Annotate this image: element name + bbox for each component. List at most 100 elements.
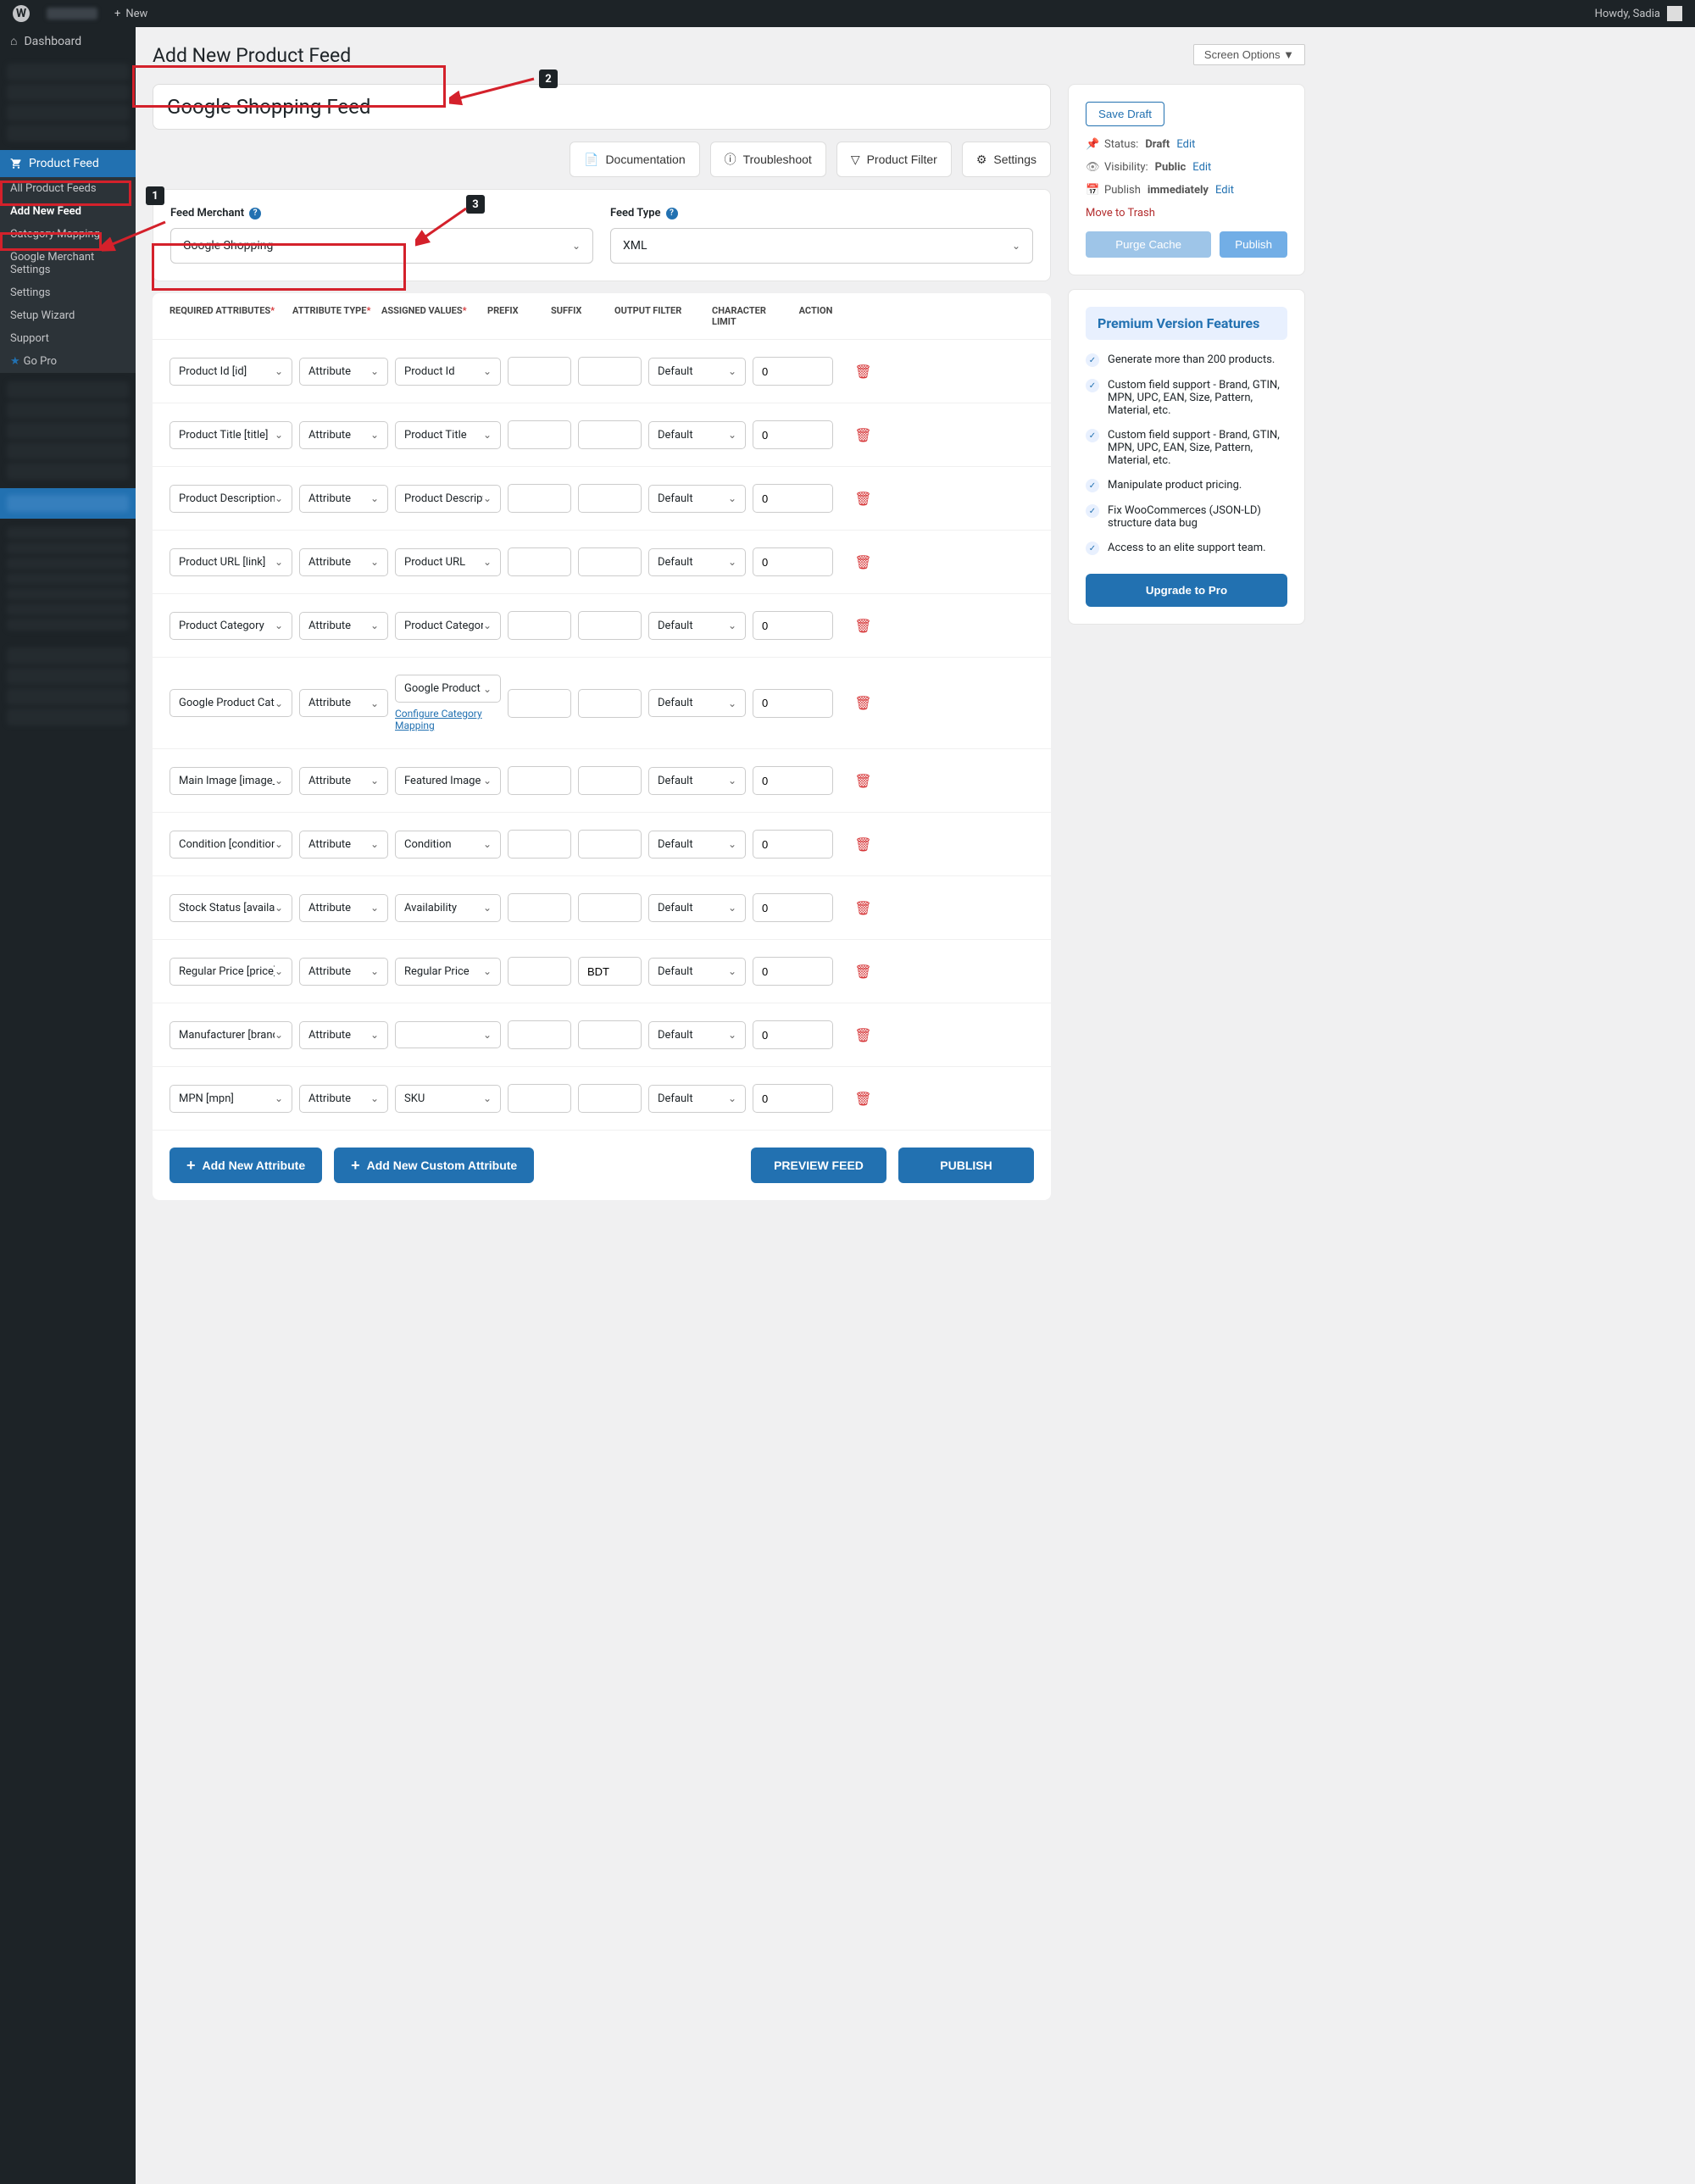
suffix-input[interactable] <box>578 830 642 859</box>
output-filter-select[interactable]: Default⌄ <box>648 767 746 795</box>
prefix-input[interactable] <box>508 830 571 859</box>
attr-type-select[interactable]: Attribute⌄ <box>299 689 388 717</box>
output-filter-select[interactable]: Default⌄ <box>648 958 746 986</box>
output-filter-select[interactable]: Default⌄ <box>648 485 746 513</box>
attr-type-select[interactable]: Attribute⌄ <box>299 485 388 513</box>
sidebar-subitem[interactable]: Support <box>0 327 136 350</box>
feed-type-select[interactable]: XML ⌄ <box>610 228 1033 264</box>
edit-visibility-link[interactable]: Edit <box>1192 161 1211 174</box>
char-limit-input[interactable] <box>753 611 833 640</box>
suffix-input[interactable] <box>578 611 642 640</box>
required-attr-select[interactable]: Stock Status [availability]⌄ <box>170 894 292 922</box>
char-limit-input[interactable] <box>753 689 833 718</box>
trash-icon[interactable]: 🗑 <box>854 1091 871 1107</box>
prefix-input[interactable] <box>508 484 571 513</box>
required-attr-select[interactable]: Product Id [id]⌄ <box>170 358 292 386</box>
edit-status-link[interactable]: Edit <box>1176 138 1195 151</box>
assigned-value-select[interactable]: Availability⌄ <box>395 894 501 922</box>
attr-type-select[interactable]: Attribute⌄ <box>299 548 388 576</box>
suffix-input[interactable] <box>578 357 642 386</box>
new-button[interactable]: +New <box>114 8 147 20</box>
sidebar-subitem[interactable]: Setup Wizard <box>0 304 136 327</box>
output-filter-select[interactable]: Default⌄ <box>648 689 746 717</box>
move-to-trash-link[interactable]: Move to Trash <box>1086 207 1287 220</box>
required-attr-select[interactable]: Manufacturer [brand]⌄ <box>170 1021 292 1049</box>
prefix-input[interactable] <box>508 1020 571 1049</box>
output-filter-select[interactable]: Default⌄ <box>648 1085 746 1113</box>
suffix-input[interactable] <box>578 420 642 449</box>
trash-icon[interactable]: 🗑 <box>854 491 871 507</box>
trash-icon[interactable]: 🗑 <box>854 1027 871 1043</box>
trash-icon[interactable]: 🗑 <box>854 554 871 570</box>
suffix-input[interactable] <box>578 1020 642 1049</box>
assigned-value-select[interactable]: Product Title⌄ <box>395 421 501 449</box>
preview-feed-button[interactable]: PREVIEW FEED <box>751 1148 886 1183</box>
publish-button[interactable]: PUBLISH <box>898 1148 1034 1183</box>
attr-type-select[interactable]: Attribute⌄ <box>299 767 388 795</box>
output-filter-select[interactable]: Default⌄ <box>648 358 746 386</box>
sidebar-subitem[interactable]: ★Go Pro <box>0 350 136 373</box>
prefix-input[interactable] <box>508 957 571 986</box>
char-limit-input[interactable] <box>753 830 833 859</box>
char-limit-input[interactable] <box>753 357 833 386</box>
save-draft-button[interactable]: Save Draft <box>1086 102 1164 126</box>
add-attribute-button[interactable]: +Add New Attribute <box>170 1148 322 1183</box>
output-filter-select[interactable]: Default⌄ <box>648 1021 746 1049</box>
trash-icon[interactable]: 🗑 <box>854 836 871 853</box>
assigned-value-select[interactable]: Product URL⌄ <box>395 548 501 576</box>
assigned-value-select[interactable]: Featured Image⌄ <box>395 767 501 795</box>
char-limit-input[interactable] <box>753 1020 833 1049</box>
trash-icon[interactable]: 🗑 <box>854 427 871 443</box>
wp-logo-icon[interactable]: W <box>13 5 30 22</box>
howdy-text[interactable]: Howdy, Sadia <box>1595 8 1660 20</box>
configure-category-link[interactable]: Configure Category Mapping <box>395 708 501 731</box>
output-filter-select[interactable]: Default⌄ <box>648 894 746 922</box>
prefix-input[interactable] <box>508 893 571 922</box>
required-attr-select[interactable]: Main Image [image_link]⌄ <box>170 767 292 795</box>
prefix-input[interactable] <box>508 611 571 640</box>
prefix-input[interactable] <box>508 357 571 386</box>
documentation-button[interactable]: 📄Documentation <box>570 142 700 177</box>
attr-type-select[interactable]: Attribute⌄ <box>299 894 388 922</box>
suffix-input[interactable] <box>578 484 642 513</box>
upgrade-to-pro-button[interactable]: Upgrade to Pro <box>1086 574 1287 607</box>
trash-icon[interactable]: 🗑 <box>854 964 871 980</box>
assigned-value-select[interactable]: Google Product Category⌄ <box>395 675 501 703</box>
char-limit-input[interactable] <box>753 893 833 922</box>
assigned-value-select[interactable]: ⌄ <box>395 1021 501 1048</box>
char-limit-input[interactable] <box>753 484 833 513</box>
char-limit-input[interactable] <box>753 1084 833 1113</box>
required-attr-select[interactable]: Google Product Category⌄ <box>170 689 292 717</box>
prefix-input[interactable] <box>508 547 571 576</box>
assigned-value-select[interactable]: Condition⌄ <box>395 831 501 859</box>
char-limit-input[interactable] <box>753 766 833 795</box>
char-limit-input[interactable] <box>753 547 833 576</box>
avatar-icon[interactable] <box>1667 6 1682 21</box>
screen-options-button[interactable]: Screen Options ▼ <box>1193 44 1305 65</box>
required-attr-select[interactable]: Product Description⌄ <box>170 485 292 513</box>
attr-type-select[interactable]: Attribute⌄ <box>299 612 388 640</box>
feed-merchant-select[interactable]: Google Shopping ⌄ <box>170 228 593 264</box>
assigned-value-select[interactable]: SKU⌄ <box>395 1085 501 1113</box>
required-attr-select[interactable]: Product Category⌄ <box>170 612 292 640</box>
output-filter-select[interactable]: Default⌄ <box>648 548 746 576</box>
output-filter-select[interactable]: Default⌄ <box>648 421 746 449</box>
edit-publish-link[interactable]: Edit <box>1215 184 1234 197</box>
prefix-input[interactable] <box>508 766 571 795</box>
attr-type-select[interactable]: Attribute⌄ <box>299 358 388 386</box>
sidebar-dashboard[interactable]: ⌂ Dashboard <box>0 27 136 55</box>
prefix-input[interactable] <box>508 689 571 718</box>
assigned-value-select[interactable]: Regular Price⌄ <box>395 958 501 986</box>
sidebar-product-feed[interactable]: Product Feed <box>0 150 136 177</box>
required-attr-select[interactable]: Product URL [link]⌄ <box>170 548 292 576</box>
add-custom-attribute-button[interactable]: +Add New Custom Attribute <box>334 1148 534 1183</box>
required-attr-select[interactable]: Condition [condition]⌄ <box>170 831 292 859</box>
attr-type-select[interactable]: Attribute⌄ <box>299 421 388 449</box>
sidebar-subitem[interactable]: Google Merchant Settings <box>0 246 136 281</box>
assigned-value-select[interactable]: Product Description⌄ <box>395 485 501 513</box>
attr-type-select[interactable]: Attribute⌄ <box>299 958 388 986</box>
trash-icon[interactable]: 🗑 <box>854 618 871 634</box>
sidebar-subitem[interactable]: Settings <box>0 281 136 304</box>
assigned-value-select[interactable]: Product Categories⌄ <box>395 612 501 640</box>
attr-type-select[interactable]: Attribute⌄ <box>299 1021 388 1049</box>
